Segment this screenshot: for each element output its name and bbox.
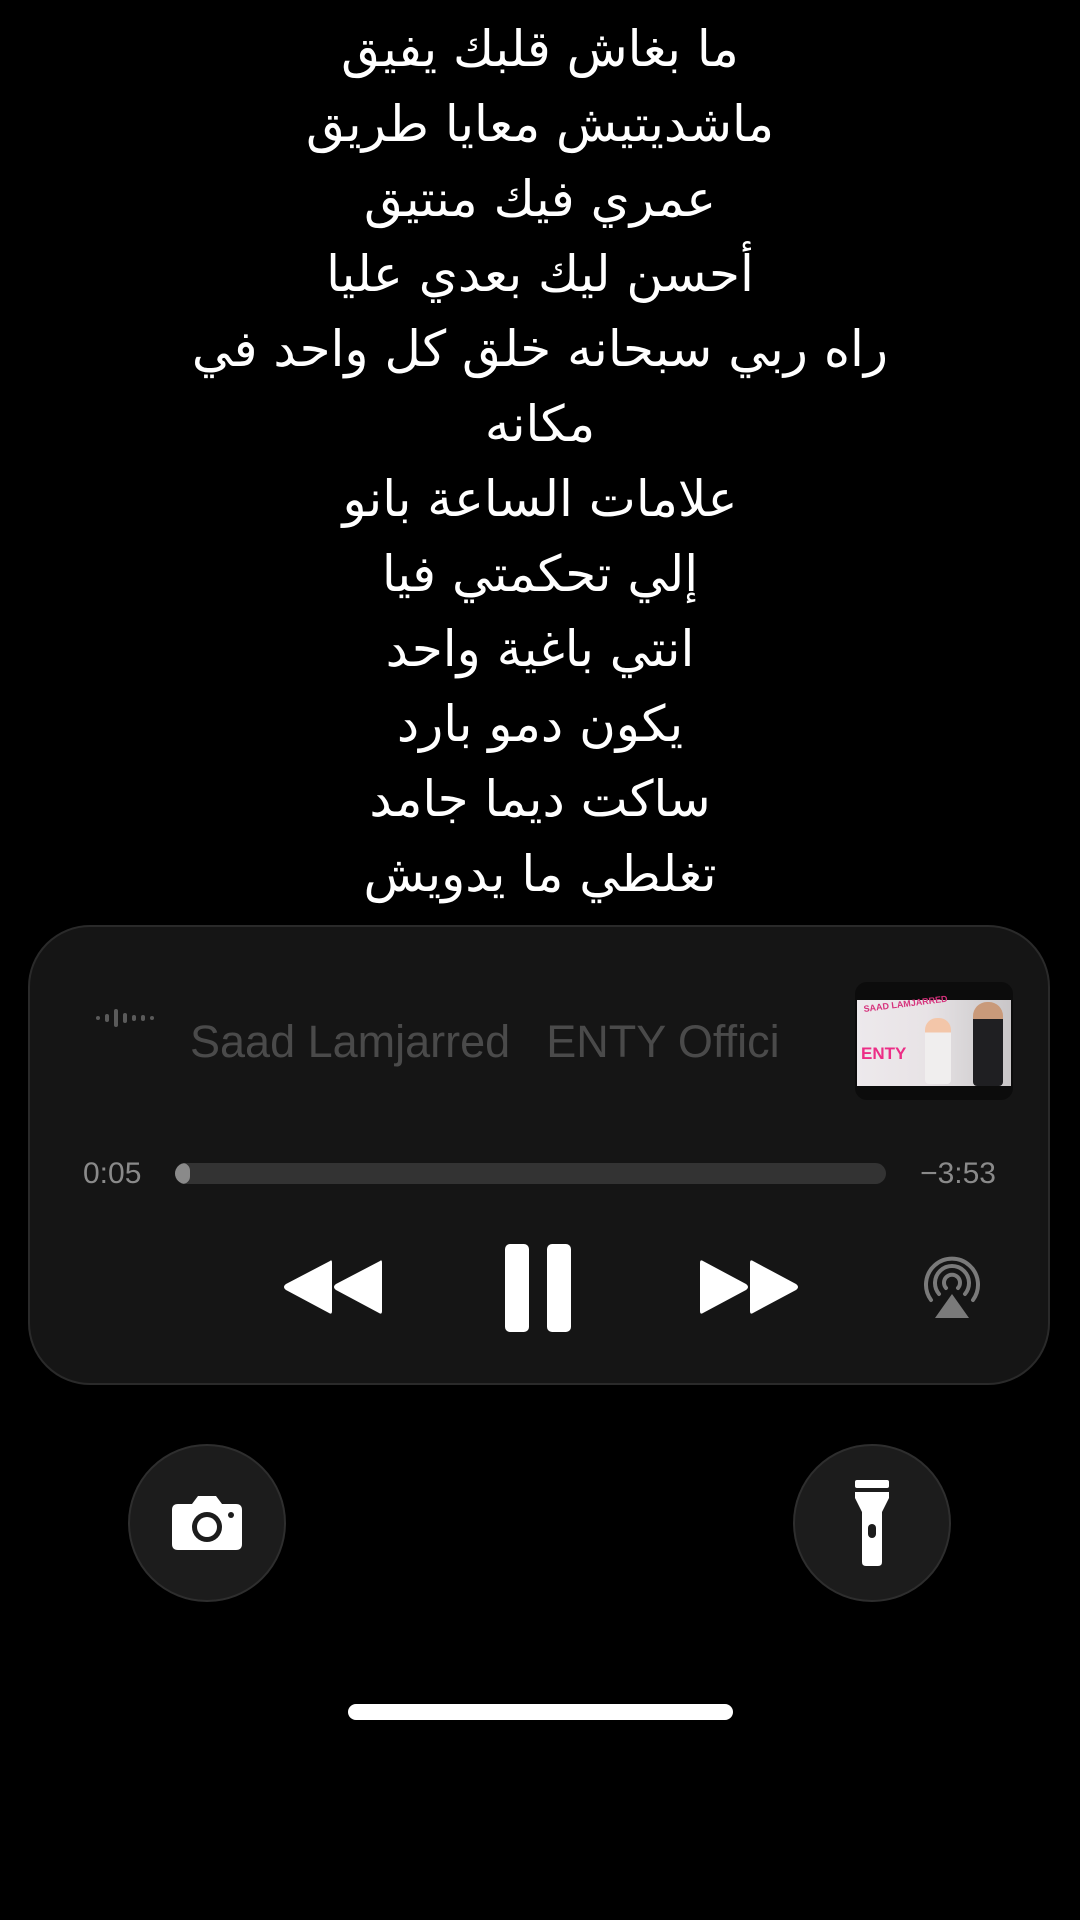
lyric-line: يكون دمو بارد [396, 695, 684, 753]
track-marquee[interactable]: Saad Lamjarred ENTY Offici [190, 1012, 822, 1072]
album-art-title-text: ENTY [861, 1044, 907, 1063]
lyric-line: مكانه [484, 395, 596, 453]
lyrics-list: ما بغاش قلبك يفيق ماشديتيش معايا طريق عم… [0, 12, 1080, 912]
fast-forward-icon [700, 1260, 798, 1314]
progress-scrubber[interactable] [175, 1163, 886, 1184]
lyric-line: راه ربي سبحانه خلق كل واحد في [191, 320, 889, 378]
fast-forward-button[interactable] [698, 1257, 802, 1317]
track-artist: Saad Lamjarred [190, 1016, 511, 1067]
lyric-line: إلي تحكمتي فيا [381, 545, 699, 603]
progress-fill [175, 1163, 190, 1184]
pause-button[interactable] [503, 1242, 573, 1334]
waveform-icon [96, 1009, 154, 1027]
pause-icon [505, 1244, 571, 1332]
rewind-icon [284, 1260, 382, 1314]
lyric-line: أحسن ليك بعدي عليا [326, 245, 754, 303]
flashlight-icon [855, 1480, 889, 1566]
rewind-button[interactable] [280, 1257, 384, 1317]
elapsed-time: 0:05 [83, 1157, 142, 1190]
lyric-line: انتي باغية واحد [385, 620, 695, 678]
airplay-icon [924, 1256, 980, 1302]
lyric-line: ما بغاش قلبك يفيق [341, 20, 739, 78]
lyric-line: ماشديتيش معايا طريق [305, 95, 775, 153]
album-art-figure [973, 1002, 1003, 1086]
remaining-time: −3:53 [920, 1157, 996, 1190]
album-art-figure [925, 1018, 951, 1084]
album-artwork[interactable]: SAAD LAMJARRED ENTY [855, 982, 1013, 1100]
track-title: ENTY Offici [546, 1016, 780, 1067]
camera-icon [172, 1496, 242, 1550]
lyric-line: تغلطي ما يدويش [363, 845, 717, 903]
lyric-line: علامات الساعة بانو [342, 470, 738, 528]
lyric-line: ساكت ديما جامد [369, 770, 711, 828]
lyric-line: عمري فيك منتيق [363, 170, 717, 228]
camera-button[interactable] [128, 1444, 286, 1602]
home-indicator[interactable] [348, 1704, 733, 1720]
flashlight-button[interactable] [793, 1444, 951, 1602]
airplay-button[interactable] [919, 1256, 985, 1320]
